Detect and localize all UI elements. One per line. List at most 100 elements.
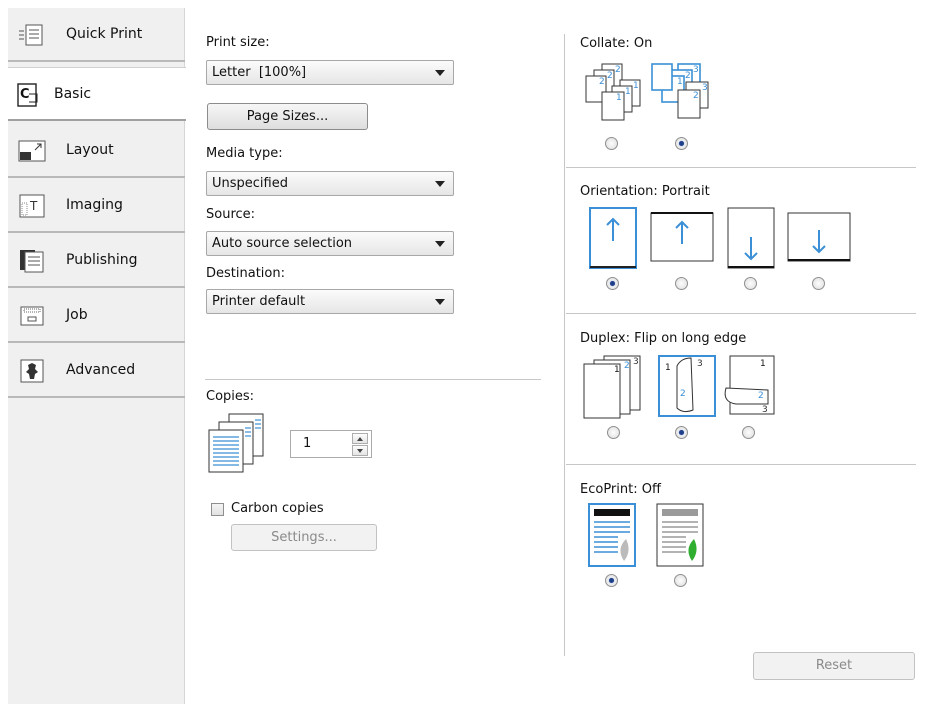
print-size-label: Print size: — [206, 35, 270, 50]
landscape-icon — [650, 212, 714, 262]
svg-text:1: 1 — [616, 93, 622, 103]
collate-on-radio[interactable] — [675, 137, 688, 150]
tab-label: Imaging — [66, 197, 123, 213]
copies-decrement-button[interactable] — [352, 445, 368, 456]
source-label: Source: — [206, 207, 256, 222]
uncollated-icon: 222 111 — [585, 63, 641, 121]
destination-select[interactable]: Printer default — [206, 289, 454, 314]
copies-stepper[interactable]: 1 — [290, 430, 372, 458]
media-type-label: Media type: — [206, 146, 283, 161]
duplex-long-edge-radio[interactable] — [675, 426, 688, 439]
section-divider — [566, 464, 916, 465]
carbon-copies-checkbox[interactable] — [211, 503, 224, 516]
chevron-down-icon — [435, 70, 445, 76]
ecoprint-label: EcoPrint: — [580, 482, 638, 497]
carbon-copies-label: Carbon copies — [231, 501, 324, 516]
copies-icon — [208, 413, 264, 473]
tab-imaging[interactable]: T Imaging — [8, 179, 185, 233]
duplex-short-edge-radio[interactable] — [742, 426, 755, 439]
up-arrow-icon — [357, 437, 363, 441]
ecoprint-on-radio[interactable] — [674, 574, 687, 587]
tab-label: Advanced — [66, 362, 136, 378]
svg-text:1: 1 — [633, 81, 639, 91]
svg-text:1: 1 — [665, 363, 671, 373]
duplex-value: Flip on long edge — [634, 331, 747, 346]
tab-label: Basic — [54, 86, 92, 102]
ecoprint-value: Off — [641, 482, 661, 497]
chevron-down-icon — [435, 241, 445, 247]
collated-icon: 321 32 — [651, 63, 709, 119]
sidebar: Quick Print C Basic Layout T Imaging Pub… — [8, 8, 186, 704]
ecoprint-off-radio[interactable] — [605, 574, 618, 587]
svg-text:3: 3 — [697, 359, 703, 369]
landscape-rotated-icon — [787, 212, 851, 262]
svg-text:2: 2 — [685, 71, 691, 81]
media-type-select[interactable]: Unspecified — [206, 171, 454, 196]
reset-button[interactable]: Reset — [753, 652, 915, 680]
duplex-heading: Duplex: Flip on long edge — [580, 331, 746, 346]
svg-text:3: 3 — [762, 405, 768, 415]
carbon-copies-settings-button[interactable]: Settings... — [231, 524, 377, 551]
chevron-down-icon — [435, 299, 445, 305]
svg-text:3: 3 — [633, 357, 639, 367]
svg-text:2: 2 — [607, 71, 613, 81]
svg-text:2: 2 — [680, 389, 686, 399]
publishing-icon — [20, 250, 44, 273]
orientation-landscape-rotated-radio[interactable] — [812, 277, 825, 290]
ecoprint-on-icon — [656, 503, 704, 567]
orientation-landscape-radio[interactable] — [675, 277, 688, 290]
collate-off-radio[interactable] — [605, 137, 618, 150]
svg-text:2: 2 — [624, 361, 630, 371]
tab-label: Publishing — [66, 252, 138, 268]
collate-heading: Collate: On — [580, 36, 652, 51]
svg-text:3: 3 — [693, 65, 699, 75]
svg-text:2: 2 — [758, 391, 764, 401]
advanced-icon — [20, 359, 44, 383]
tab-job[interactable]: Job — [8, 289, 185, 343]
basic-icon: C — [17, 83, 38, 107]
layout-icon — [18, 140, 46, 162]
svg-text:3: 3 — [702, 83, 708, 93]
print-size-select[interactable]: Letter [100%] — [206, 60, 454, 85]
section-divider — [566, 167, 916, 168]
print-size-value: Letter [100%] — [212, 65, 307, 80]
collate-label: Collate: — [580, 36, 630, 51]
imaging-icon: T — [19, 194, 45, 218]
svg-text:1: 1 — [625, 87, 631, 97]
tab-basic[interactable]: C Basic — [8, 67, 186, 121]
tab-label: Job — [66, 307, 88, 323]
copies-increment-button[interactable] — [352, 433, 368, 444]
source-value: Auto source selection — [212, 236, 353, 251]
ecoprint-off-icon — [588, 503, 636, 567]
destination-value: Printer default — [212, 294, 306, 309]
orientation-portrait-rotated-radio[interactable] — [744, 277, 757, 290]
duplex-off-radio[interactable] — [607, 426, 620, 439]
duplex-off-icon: 123 — [583, 355, 641, 419]
chevron-down-icon — [435, 181, 445, 187]
tab-layout[interactable]: Layout — [8, 124, 185, 178]
destination-label: Destination: — [206, 266, 285, 281]
job-icon — [20, 306, 44, 326]
source-select[interactable]: Auto source selection — [206, 231, 454, 256]
orientation-portrait-radio[interactable] — [606, 277, 619, 290]
copies-value: 1 — [303, 436, 312, 451]
page-sizes-button[interactable]: Page Sizes... — [207, 103, 368, 130]
svg-text:1: 1 — [677, 77, 683, 87]
section-divider — [205, 379, 541, 380]
duplex-long-edge-icon: 1 2 3 — [658, 355, 716, 417]
tab-advanced[interactable]: Advanced — [8, 344, 185, 398]
svg-text:1: 1 — [760, 359, 766, 369]
tab-label: Layout — [66, 142, 114, 158]
section-divider — [566, 313, 916, 314]
svg-text:1: 1 — [614, 365, 620, 375]
media-type-value: Unspecified — [212, 176, 288, 191]
portrait-icon — [589, 207, 637, 269]
duplex-label: Duplex: — [580, 331, 630, 346]
svg-text:C: C — [20, 87, 30, 102]
tab-publishing[interactable]: Publishing — [8, 234, 185, 288]
svg-text:T: T — [29, 199, 38, 213]
duplex-short-edge-icon: 1 2 3 — [724, 355, 775, 415]
orientation-label: Orientation: — [580, 184, 658, 199]
tab-quick-print[interactable]: Quick Print — [8, 8, 185, 62]
ecoprint-heading: EcoPrint: Off — [580, 482, 661, 497]
